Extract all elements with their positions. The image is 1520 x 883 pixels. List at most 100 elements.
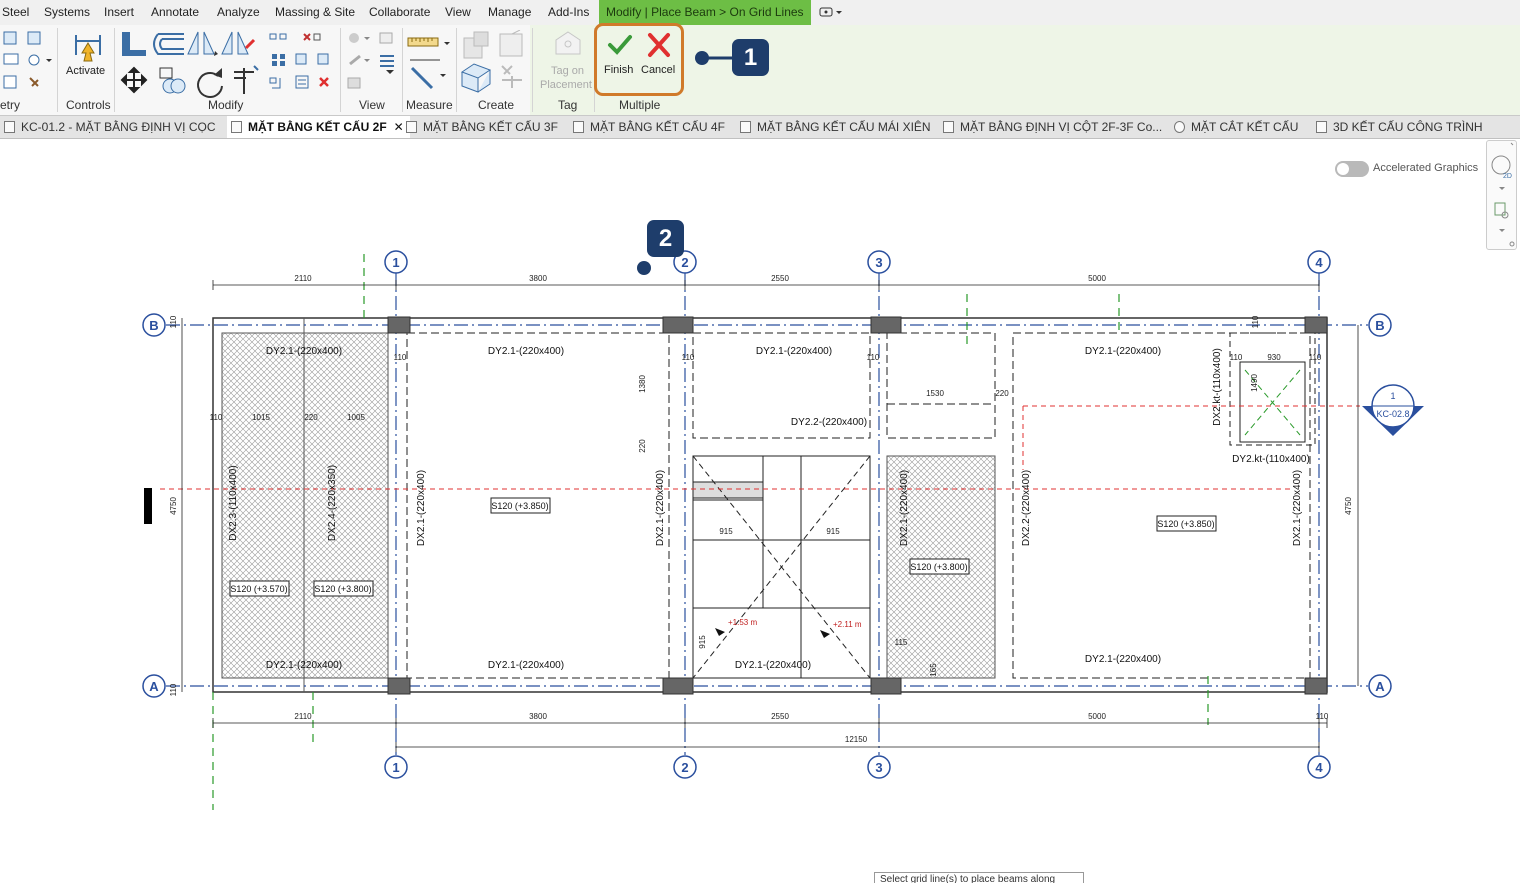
- svg-text:1530: 1530: [926, 389, 944, 398]
- svg-text:1380: 1380: [638, 375, 647, 393]
- svg-text:110: 110: [1309, 353, 1322, 362]
- tab-mat-bang-ket-cau-4f[interactable]: MẶT BẰNG KẾT CẤU 4F: [573, 116, 725, 138]
- svg-text:930: 930: [1267, 353, 1281, 362]
- panel-label-geometry: etry: [0, 98, 21, 112]
- grid-bubble-a-left[interactable]: A: [142, 674, 166, 698]
- svg-text:A: A: [1375, 679, 1385, 694]
- tab-label: MẶT BẰNG KẾT CẤU 3F: [423, 120, 558, 134]
- tab-kc-01-2[interactable]: KC-01.2 - MẶT BẰNG ĐỊNH VỊ CỌC: [4, 116, 221, 138]
- panel-label-create: Create: [478, 98, 515, 112]
- svg-text:DY2.kt-(110x400): DY2.kt-(110x400): [1232, 454, 1310, 465]
- svg-text:DX2.4-(220x350): DX2.4-(220x350): [327, 465, 338, 541]
- callout-2-pointer: [637, 261, 651, 275]
- grid-bubble-1-top[interactable]: 1: [384, 250, 408, 274]
- grid-bubble-a-right[interactable]: A: [1368, 674, 1392, 698]
- svg-text:2550: 2550: [771, 274, 789, 283]
- grid-bubble-b-left[interactable]: B: [142, 313, 166, 337]
- svg-text:110: 110: [210, 413, 223, 422]
- plan-view-icon: [943, 121, 954, 133]
- svg-text:220: 220: [638, 439, 647, 453]
- grid-bubble-2-bottom[interactable]: 2: [673, 755, 697, 779]
- view-tools-icons[interactable]: [344, 30, 400, 92]
- svg-text:DX2.2-(220x400): DX2.2-(220x400): [1021, 470, 1032, 546]
- svg-text:DY2.1-(220x400): DY2.1-(220x400): [735, 660, 811, 671]
- svg-text:KC-02.8: KC-02.8: [1376, 409, 1409, 419]
- menu-annotate[interactable]: Annotate: [151, 0, 199, 25]
- svg-text:110: 110: [682, 353, 695, 362]
- menu-collaborate[interactable]: Collaborate: [369, 0, 430, 25]
- panel-separator: [114, 28, 115, 112]
- menu-steel[interactable]: Steel: [2, 0, 29, 25]
- svg-text:12150: 12150: [845, 735, 868, 744]
- menu-insert[interactable]: Insert: [104, 0, 134, 25]
- grid-bubble-1-bottom[interactable]: 1: [384, 755, 408, 779]
- 3d-view-icon: [1316, 121, 1327, 133]
- panel-separator: [532, 28, 533, 112]
- slab-hatch-left: [221, 332, 389, 679]
- svg-text:S120 (+3.850): S120 (+3.850): [491, 501, 548, 511]
- structural-plan-drawing[interactable]: 1 2 3 4 1 2 3 4 B A B A 1 KC-02.8 2110 3…: [0, 139, 1520, 883]
- status-tooltip: Select grid line(s) to place beams along: [874, 872, 1084, 883]
- tab-mat-bang-ket-cau-2f[interactable]: MẶT BẰNG KẾT CẤU 2F ✕: [227, 116, 410, 138]
- section-head-marker[interactable]: 1 KC-02.8: [1362, 384, 1424, 436]
- svg-text:2110: 2110: [294, 274, 312, 283]
- create-tools-icons[interactable]: [460, 30, 530, 94]
- menu-systems[interactable]: Systems: [44, 0, 90, 25]
- svg-text:+2.11 m: +2.11 m: [833, 620, 862, 629]
- menu-context-modify-place-beam[interactable]: Modify | Place Beam > On Grid Lines: [599, 0, 811, 25]
- svg-text:DY2.2-(220x400): DY2.2-(220x400): [791, 417, 867, 428]
- tag-on-placement-icon: [555, 31, 581, 55]
- grid-bubble-4-top[interactable]: 4: [1307, 250, 1331, 274]
- svg-text:+1.53 m: +1.53 m: [728, 618, 757, 627]
- menu-analyze[interactable]: Analyze: [217, 0, 260, 25]
- svg-text:5000: 5000: [1088, 274, 1106, 283]
- grid-bubble-3-top[interactable]: 3: [867, 250, 891, 274]
- tab-3d-ket-cau[interactable]: 3D KẾT CẤU CÔNG TRÌNH: [1316, 116, 1483, 138]
- svg-text:110: 110: [1230, 353, 1243, 362]
- svg-text:DX2.kt-(110x400): DX2.kt-(110x400): [1212, 348, 1223, 426]
- grid-bubble-3-bottom[interactable]: 3: [867, 755, 891, 779]
- svg-text:4: 4: [1315, 255, 1323, 270]
- svg-text:DY2.1-(220x400): DY2.1-(220x400): [266, 660, 342, 671]
- grid-bubble-4-bottom[interactable]: 4: [1307, 755, 1331, 779]
- tab-label: MẶT BẰNG KẾT CẤU 4F: [590, 120, 725, 134]
- menu-manage[interactable]: Manage: [488, 0, 531, 25]
- svg-text:DY2.1-(220x400): DY2.1-(220x400): [1085, 654, 1161, 665]
- svg-text:1: 1: [392, 255, 399, 270]
- svg-text:110: 110: [1316, 712, 1329, 721]
- quick-access-dropdown[interactable]: [818, 0, 844, 25]
- menu-view[interactable]: View: [445, 0, 471, 25]
- geometry-tools-icons[interactable]: [2, 30, 52, 96]
- grid-bubble-b-right[interactable]: B: [1368, 313, 1392, 337]
- tab-mat-bang-mai-xien[interactable]: MẶT BẰNG KẾT CẤU MÁI XIÊN: [740, 116, 931, 138]
- measure-tools-icons[interactable]: [406, 30, 456, 94]
- svg-text:S120 (+3.850): S120 (+3.850): [1157, 519, 1214, 529]
- tab-mat-bang-ket-cau-3f[interactable]: MẶT BẰNG KẾT CẤU 3F: [406, 116, 558, 138]
- panel-label-modify: Modify: [208, 98, 244, 112]
- svg-text:915: 915: [826, 527, 840, 536]
- beam-labels: DY2.1-(220x400) DY2.1-(220x400) DY2.1-(2…: [228, 346, 1310, 671]
- plan-view-icon: [4, 121, 15, 133]
- tab-mat-cat-ket-cau[interactable]: MẶT CẮT KẾT CẤU: [1174, 116, 1298, 138]
- panel-label-multiple: Multiple: [619, 98, 661, 112]
- menu-add-ins[interactable]: Add-Ins: [548, 0, 589, 25]
- svg-text:165: 165: [929, 663, 938, 677]
- svg-text:DY2.1-(220x400): DY2.1-(220x400): [488, 346, 564, 357]
- menu-massing-site[interactable]: Massing & Site: [275, 0, 355, 25]
- activate-icon[interactable]: [70, 29, 106, 65]
- svg-text:DY2.1-(220x400): DY2.1-(220x400): [756, 346, 832, 357]
- tab-label: MẶT BẰNG KẾT CẤU 2F: [248, 120, 387, 134]
- modify-tools-icons[interactable]: [118, 28, 343, 100]
- svg-text:220: 220: [304, 413, 318, 422]
- activate-button[interactable]: Activate: [66, 65, 105, 77]
- plan-view-icon: [740, 121, 751, 133]
- tab-label: KC-01.2 - MẶT BẰNG ĐỊNH VỊ CỌC: [21, 120, 216, 134]
- svg-text:DX2.1-(220x400): DX2.1-(220x400): [416, 470, 427, 546]
- svg-text:915: 915: [719, 527, 733, 536]
- svg-text:110: 110: [1251, 315, 1260, 328]
- close-tab-icon[interactable]: ✕: [394, 120, 404, 134]
- tab-label: MẶT BẰNG ĐỊNH VỊ CỘT 2F-3F Co...: [960, 120, 1163, 134]
- tab-dinh-vi-cot[interactable]: MẶT BẰNG ĐỊNH VỊ CỘT 2F-3F Co...: [943, 116, 1162, 138]
- svg-text:915: 915: [698, 635, 707, 649]
- tab-label: MẶT BẰNG KẾT CẤU MÁI XIÊN: [757, 120, 931, 134]
